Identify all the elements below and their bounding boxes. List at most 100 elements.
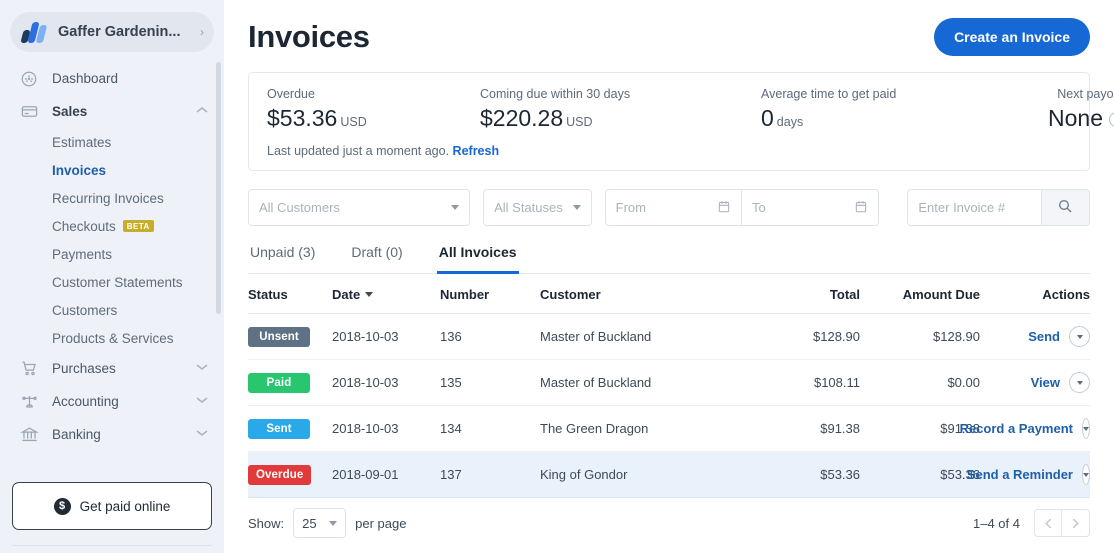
get-paid-online-button[interactable]: $ Get paid online bbox=[12, 482, 212, 530]
search-button[interactable] bbox=[1042, 189, 1090, 226]
date-from-input[interactable]: From bbox=[605, 189, 742, 226]
per-page-control: Show: 25 per page bbox=[248, 508, 406, 538]
table-row[interactable]: Sent 2018-10-03 134 The Green Dragon $91… bbox=[248, 406, 1090, 452]
row-action-link[interactable]: Send a Reminder bbox=[967, 467, 1073, 482]
column-header-status[interactable]: Status bbox=[248, 274, 332, 314]
summary-stats: Overdue $53.36USD Coming due within 30 d… bbox=[267, 87, 1071, 132]
stat-coming-due: Coming due within 30 days $220.28USD bbox=[480, 87, 761, 132]
sidebar-item-label: Banking bbox=[52, 427, 196, 442]
wave-logo-icon bbox=[22, 21, 48, 43]
column-header-actions: Actions bbox=[980, 274, 1090, 314]
stat-label: Coming due within 30 days bbox=[480, 87, 761, 101]
sidebar-item-purchases[interactable]: Purchases bbox=[0, 352, 224, 385]
sidebar-divider bbox=[12, 545, 212, 546]
row-actions-dropdown-button[interactable] bbox=[1069, 326, 1090, 347]
cell-actions: Send bbox=[980, 314, 1090, 360]
refresh-link[interactable]: Refresh bbox=[453, 144, 500, 158]
tab-unpaid[interactable]: Unpaid (3) bbox=[248, 244, 317, 274]
column-header-number[interactable]: Number bbox=[440, 274, 540, 314]
per-page-select[interactable]: 25 bbox=[293, 508, 346, 538]
cell-customer: Master of Buckland bbox=[540, 360, 740, 406]
chevron-right-icon bbox=[1072, 518, 1079, 529]
table-row[interactable]: Overdue 2018-09-01 137 King of Gondor $5… bbox=[248, 452, 1090, 498]
cell-date: 2018-10-03 bbox=[332, 360, 440, 406]
date-to-input[interactable]: To bbox=[742, 189, 879, 226]
column-header-date-label: Date bbox=[332, 287, 360, 302]
sidebar-item-label: Sales bbox=[52, 104, 196, 119]
status-filter-value: All Statuses bbox=[494, 200, 573, 215]
stat-unit: days bbox=[777, 115, 803, 129]
tab-draft[interactable]: Draft (0) bbox=[349, 244, 404, 274]
invoice-tabs: Unpaid (3) Draft (0) All Invoices bbox=[248, 244, 1090, 274]
cell-date: 2018-09-01 bbox=[332, 452, 440, 498]
last-updated-label: Last updated just a moment ago. bbox=[267, 144, 449, 158]
cell-actions: Record a Payment bbox=[980, 406, 1090, 452]
chevron-down-icon bbox=[1083, 473, 1089, 477]
sidebar-item-accounting[interactable]: Accounting bbox=[0, 385, 224, 418]
chevron-down-icon bbox=[1083, 427, 1089, 431]
sidebar-item-customers[interactable]: Customers bbox=[0, 296, 224, 324]
invoice-number-input[interactable]: Enter Invoice # bbox=[907, 189, 1042, 226]
sidebar-item-label: Payments bbox=[52, 247, 112, 262]
status-badge: Unsent bbox=[248, 327, 310, 347]
pagination-range: 1–4 of 4 bbox=[973, 516, 1020, 531]
status-filter-select[interactable]: All Statuses bbox=[483, 189, 592, 226]
sidebar-item-label: Purchases bbox=[52, 361, 196, 376]
table-row[interactable]: Unsent 2018-10-03 136 Master of Buckland… bbox=[248, 314, 1090, 360]
column-header-amount-due[interactable]: Amount Due bbox=[860, 274, 980, 314]
table-head: Status Date Number Customer Total Amount… bbox=[248, 274, 1090, 314]
sidebar-item-sales[interactable]: Sales bbox=[0, 95, 224, 128]
row-actions-dropdown-button[interactable] bbox=[1082, 464, 1090, 485]
sidebar-item-label: Checkouts bbox=[52, 219, 116, 234]
table-row[interactable]: Paid 2018-10-03 135 Master of Buckland $… bbox=[248, 360, 1090, 406]
cell-actions: Send a Reminder bbox=[980, 452, 1090, 498]
tab-all-invoices[interactable]: All Invoices bbox=[437, 244, 519, 274]
table-body: Unsent 2018-10-03 136 Master of Buckland… bbox=[248, 314, 1090, 498]
cell-total: $53.36 bbox=[740, 452, 860, 498]
stat-unit: USD bbox=[566, 115, 592, 129]
status-badge: Overdue bbox=[248, 465, 311, 485]
calendar-icon bbox=[854, 199, 868, 217]
row-action-link[interactable]: Record a Payment bbox=[960, 421, 1073, 436]
date-to-placeholder: To bbox=[752, 200, 854, 215]
chevron-down-icon bbox=[196, 363, 208, 374]
per-page-value: 25 bbox=[302, 516, 316, 531]
column-header-customer[interactable]: Customer bbox=[540, 274, 740, 314]
row-actions-dropdown-button[interactable] bbox=[1082, 418, 1090, 439]
cell-date: 2018-10-03 bbox=[332, 314, 440, 360]
chevron-down-icon bbox=[1077, 335, 1083, 339]
create-an-invoice-button[interactable]: Create an Invoice bbox=[934, 18, 1090, 56]
sidebar-item-estimates[interactable]: Estimates bbox=[0, 128, 224, 156]
show-label: Show: bbox=[248, 516, 284, 531]
scales-icon bbox=[18, 392, 40, 411]
cell-total: $91.38 bbox=[740, 406, 860, 452]
column-header-total[interactable]: Total bbox=[740, 274, 860, 314]
row-action-link[interactable]: View bbox=[1031, 375, 1060, 390]
cell-number: 136 bbox=[440, 314, 540, 360]
status-badge: Sent bbox=[248, 419, 310, 439]
sidebar-item-checkouts[interactable]: Checkouts BETA bbox=[0, 212, 224, 240]
sidebar-item-banking[interactable]: Banking bbox=[0, 418, 224, 451]
row-action-link[interactable]: Send bbox=[1028, 329, 1060, 344]
question-circle-icon[interactable]: ? bbox=[1109, 112, 1114, 127]
page-title: Invoices bbox=[248, 19, 370, 55]
previous-page-button[interactable] bbox=[1034, 509, 1062, 537]
brand-switcher[interactable]: Gaffer Gardenin... › bbox=[10, 12, 214, 52]
sidebar-item-customer-statements[interactable]: Customer Statements bbox=[0, 268, 224, 296]
column-header-date[interactable]: Date bbox=[332, 274, 440, 314]
sidebar-item-dashboard[interactable]: Dashboard bbox=[0, 62, 224, 95]
cell-actions: View bbox=[980, 360, 1090, 406]
cell-status: Overdue bbox=[248, 452, 332, 498]
sidebar-item-label: Customer Statements bbox=[52, 275, 183, 290]
sidebar-item-products-services[interactable]: Products & Services bbox=[0, 324, 224, 352]
stat-next-payout: Next payout None? bbox=[1048, 87, 1114, 132]
sidebar-item-label: Estimates bbox=[52, 135, 111, 150]
customer-filter-select[interactable]: All Customers bbox=[248, 189, 470, 226]
sidebar-item-recurring-invoices[interactable]: Recurring Invoices bbox=[0, 184, 224, 212]
row-actions-dropdown-button[interactable] bbox=[1069, 372, 1090, 393]
sidebar-item-payments[interactable]: Payments bbox=[0, 240, 224, 268]
calendar-icon bbox=[717, 199, 731, 217]
sidebar-item-invoices[interactable]: Invoices bbox=[0, 156, 224, 184]
sidebar-scrollbar[interactable] bbox=[216, 62, 221, 314]
next-page-button[interactable] bbox=[1062, 509, 1090, 537]
